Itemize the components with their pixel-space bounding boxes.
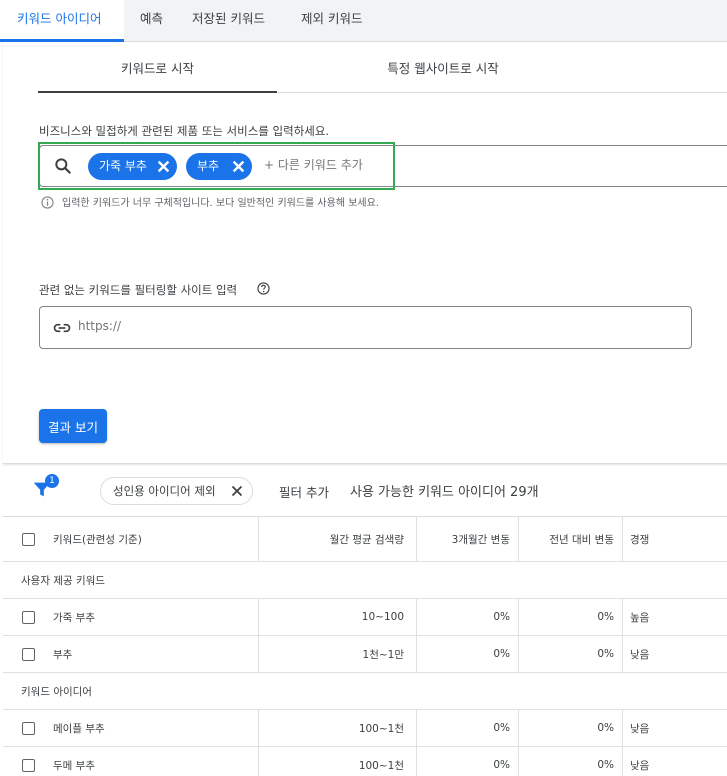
search-icon xyxy=(55,158,71,174)
site-url-input[interactable] xyxy=(78,319,378,333)
table-row[interactable]: 메이플 부추 100~1천 0% 0% 낮음 xyxy=(3,710,727,747)
table-row[interactable]: 가죽 부추 10~100 0% 0% 높음 xyxy=(3,599,727,636)
keyword-chip[interactable]: 부추 xyxy=(186,153,252,180)
keyword-cell: 가죽 부추 xyxy=(53,611,95,624)
table-header-row: 키워드(관련성 기준) 월간 평균 검색량 3개월간 변동 전년 대비 변동 경… xyxy=(3,517,727,562)
available-ideas-count: 사용 가능한 키워드 아이디어 29개 xyxy=(350,485,539,500)
column-header-three-month[interactable]: 3개월간 변동 xyxy=(416,517,518,561)
competition-cell: 낮음 xyxy=(622,710,727,746)
keyword-field-label: 비즈니스와 밀접하게 관련된 제품 또는 서비스를 입력하세요. xyxy=(39,124,330,138)
top-tab-bar: 키워드 아이디어 예측 저장된 키워드 제외 키워드 xyxy=(0,0,727,42)
row-checkbox[interactable] xyxy=(22,647,35,661)
volume-cell: 100~1천 xyxy=(258,710,416,746)
active-filter-label: 성인용 아이디어 제외 xyxy=(113,484,216,498)
add-filter-button[interactable]: 필터 추가 xyxy=(279,482,329,501)
table-group-row: 키워드 아이디어 xyxy=(3,673,727,710)
close-icon[interactable] xyxy=(157,160,170,173)
yoy-cell: 0% xyxy=(518,710,622,746)
column-header-yoy[interactable]: 전년 대비 변동 xyxy=(518,517,622,561)
link-icon xyxy=(53,323,71,333)
start-mode-tabs: 키워드로 시작 특정 웹사이트로 시작 xyxy=(38,42,727,93)
tab-forecast[interactable]: 예측 xyxy=(140,0,163,42)
row-checkbox[interactable] xyxy=(22,721,35,735)
keyword-cell: 메이플 부추 xyxy=(53,722,105,735)
column-header-competition[interactable]: 경쟁 xyxy=(622,517,727,561)
column-header-volume[interactable]: 월간 평균 검색량 xyxy=(258,517,416,561)
competition-cell: 높음 xyxy=(622,599,727,635)
info-icon xyxy=(41,196,54,209)
tab-start-with-keywords[interactable]: 키워드로 시작 xyxy=(38,42,277,93)
table-row[interactable]: 부추 1천~1만 0% 0% 낮음 xyxy=(3,636,727,673)
yoy-cell: 0% xyxy=(518,636,622,672)
keyword-chip-label: 가죽 부추 xyxy=(99,159,147,173)
filter-count-badge: 1 xyxy=(45,474,59,488)
three-month-cell: 0% xyxy=(416,636,518,672)
keyword-chip-label: 부추 xyxy=(197,159,220,173)
tab-keyword-ideas[interactable]: 키워드 아이디어 xyxy=(0,0,124,42)
keyword-warning: 입력한 키워드가 너무 구체적입니다. 보다 일반적인 키워드를 사용해 보세요… xyxy=(62,198,379,209)
get-results-button[interactable]: 결과 보기 xyxy=(39,409,107,443)
column-header-keyword[interactable]: 키워드(관련성 기준) xyxy=(53,517,142,561)
add-keyword-input[interactable] xyxy=(264,158,384,172)
competition-cell: 낮음 xyxy=(622,747,727,776)
close-icon[interactable] xyxy=(232,160,245,173)
table-group-row: 사용자 제공 키워드 xyxy=(3,562,727,599)
three-month-cell: 0% xyxy=(416,599,518,635)
keyword-chip[interactable]: 가죽 부추 xyxy=(88,153,177,180)
three-month-cell: 0% xyxy=(416,710,518,746)
keyword-input-card: 키워드로 시작 특정 웹사이트로 시작 비즈니스와 밀접하게 관련된 제품 또는… xyxy=(3,42,727,464)
keyword-cell: 부추 xyxy=(53,648,73,661)
table-row[interactable]: 두메 부추 100~1천 0% 0% 낮음 xyxy=(3,747,727,776)
row-checkbox[interactable] xyxy=(22,610,35,624)
tab-saved-keywords[interactable]: 저장된 키워드 xyxy=(192,0,265,42)
row-checkbox[interactable] xyxy=(22,758,35,772)
close-icon[interactable] xyxy=(231,485,243,497)
tab-start-with-website[interactable]: 특정 웹사이트로 시작 xyxy=(338,42,548,93)
volume-cell: 100~1천 xyxy=(258,747,416,776)
volume-cell: 1천~1만 xyxy=(258,636,416,672)
yoy-cell: 0% xyxy=(518,599,622,635)
site-field-label: 관련 없는 키워드를 필터링할 사이트 입력 xyxy=(39,283,238,297)
select-all-checkbox[interactable] xyxy=(22,532,35,546)
active-filter-chip[interactable]: 성인용 아이디어 제외 xyxy=(100,477,253,505)
yoy-cell: 0% xyxy=(518,747,622,776)
volume-cell: 10~100 xyxy=(258,599,416,635)
keyword-table: 키워드(관련성 기준) 월간 평균 검색량 3개월간 변동 전년 대비 변동 경… xyxy=(3,516,727,776)
group-label: 사용자 제공 키워드 xyxy=(21,574,105,587)
competition-cell: 낮음 xyxy=(622,636,727,672)
group-label: 키워드 아이디어 xyxy=(21,685,92,698)
keyword-cell: 두메 부추 xyxy=(53,759,95,772)
tab-excluded-keywords[interactable]: 제외 키워드 xyxy=(301,0,362,42)
three-month-cell: 0% xyxy=(416,747,518,776)
help-icon[interactable] xyxy=(257,282,270,295)
